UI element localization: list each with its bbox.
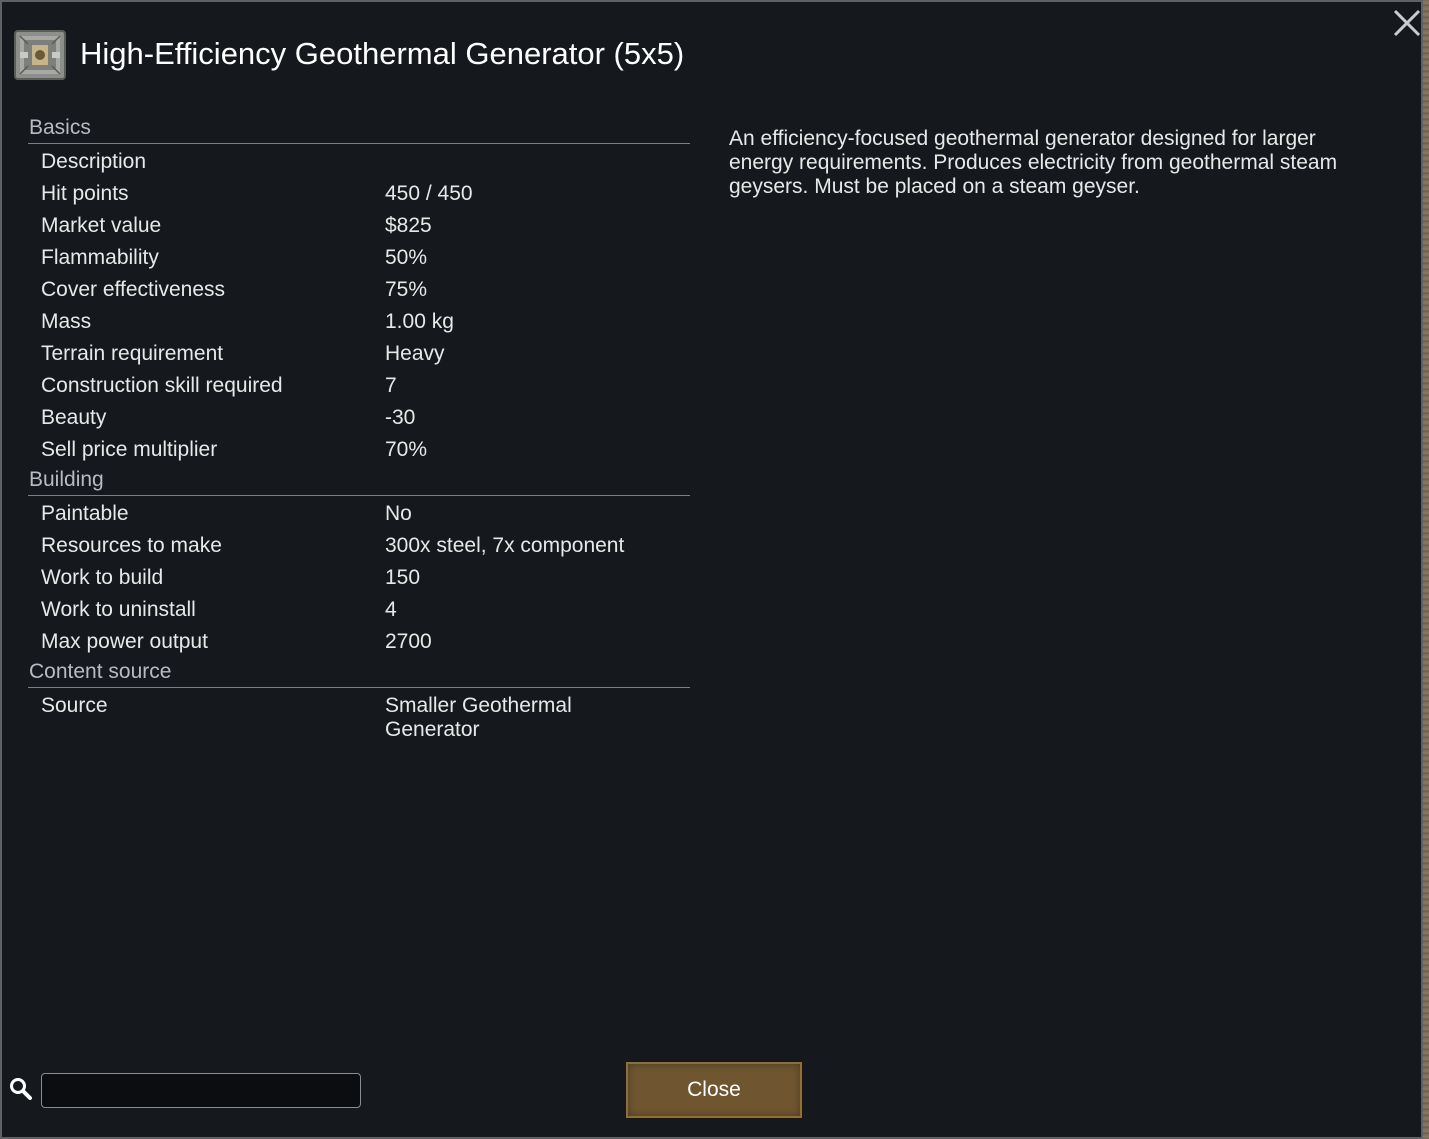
section-header: Basics <box>28 114 690 144</box>
section-header: Building <box>28 466 690 496</box>
dialog-title: High-Efficiency Geothermal Generator (5x… <box>80 36 685 71</box>
stat-row-work-to-build[interactable]: Work to build 150 <box>28 562 690 594</box>
description-text: An efficiency-focused geothermal generat… <box>729 127 1338 198</box>
stats-panel: Basics Description Hit points 450 / 450 … <box>28 114 690 746</box>
stat-row-hit-points[interactable]: Hit points 450 / 450 <box>28 178 690 210</box>
stat-row-paintable[interactable]: Paintable No <box>28 498 690 530</box>
search-input[interactable] <box>41 1073 361 1108</box>
stat-label: Hit points <box>41 182 129 205</box>
stat-label: Source <box>41 694 108 717</box>
section-building: Building Paintable No Resources to make … <box>28 466 690 658</box>
stat-value: 4 <box>385 598 397 621</box>
search-icon <box>8 1076 34 1102</box>
stat-label: Work to build <box>41 566 164 589</box>
stat-value: 2700 <box>385 630 432 653</box>
stat-value: 75% <box>385 278 428 301</box>
background-edge <box>1423 0 1429 1139</box>
stat-label: Paintable <box>41 502 129 525</box>
stat-value: Smaller Geothermal Generator <box>385 694 572 741</box>
stat-value: Heavy <box>385 342 445 365</box>
stat-value: 70% <box>385 438 428 461</box>
stat-value: 300x steel, 7x component <box>385 534 625 557</box>
stat-value: -30 <box>385 406 416 429</box>
stat-row-cover-effectiveness[interactable]: Cover effectiveness 75% <box>28 274 690 306</box>
stat-label: Construction skill required <box>41 374 283 397</box>
stat-row-resources-to-make[interactable]: Resources to make 300x steel, 7x compone… <box>28 530 690 562</box>
section-content-source: Content source Source Smaller Geothermal… <box>28 658 690 746</box>
stat-value: 50% <box>385 246 428 269</box>
stat-row-description[interactable]: Description <box>28 146 690 178</box>
stat-value: No <box>385 502 412 525</box>
stat-row-market-value[interactable]: Market value $825 <box>28 210 690 242</box>
stat-row-terrain-requirement[interactable]: Terrain requirement Heavy <box>28 338 690 370</box>
section-header: Content source <box>28 658 690 688</box>
stat-label: Mass <box>41 310 92 333</box>
geothermal-generator-icon <box>14 30 66 80</box>
stat-value: 7 <box>385 374 397 397</box>
stat-value: $825 <box>385 214 432 237</box>
stat-value: 150 <box>385 566 421 589</box>
stat-row-sell-price-multiplier[interactable]: Sell price multiplier 70% <box>28 434 690 466</box>
stat-label: Market value <box>41 214 162 237</box>
stat-label: Work to uninstall <box>41 598 196 621</box>
close-icon[interactable] <box>1392 8 1422 38</box>
stat-label: Sell price multiplier <box>41 438 218 461</box>
stat-row-mass[interactable]: Mass 1.00 kg <box>28 306 690 338</box>
close-button[interactable]: Close <box>624 1060 804 1120</box>
stat-row-beauty[interactable]: Beauty -30 <box>28 402 690 434</box>
stat-row-max-power-output[interactable]: Max power output 2700 <box>28 626 690 658</box>
stat-label: Max power output <box>41 630 208 653</box>
stat-row-construction-skill[interactable]: Construction skill required 7 <box>28 370 690 402</box>
stat-label: Terrain requirement <box>41 342 224 365</box>
section-basics: Basics Description Hit points 450 / 450 … <box>28 114 690 466</box>
stat-label: Resources to make <box>41 534 222 557</box>
stat-value <box>385 146 690 178</box>
stat-label: Flammability <box>41 246 159 269</box>
info-dialog: High-Efficiency Geothermal Generator (5x… <box>0 0 1423 1139</box>
stat-row-source[interactable]: Source Smaller Geothermal Generator <box>28 690 690 746</box>
stat-row-flammability[interactable]: Flammability 50% <box>28 242 690 274</box>
stat-label: Cover effectiveness <box>41 278 226 301</box>
stat-value: 450 / 450 <box>385 182 473 205</box>
stat-label: Description <box>41 150 147 173</box>
stat-value: 1.00 kg <box>385 310 454 333</box>
stat-label: Beauty <box>41 406 107 429</box>
stat-row-work-to-uninstall[interactable]: Work to uninstall 4 <box>28 594 690 626</box>
